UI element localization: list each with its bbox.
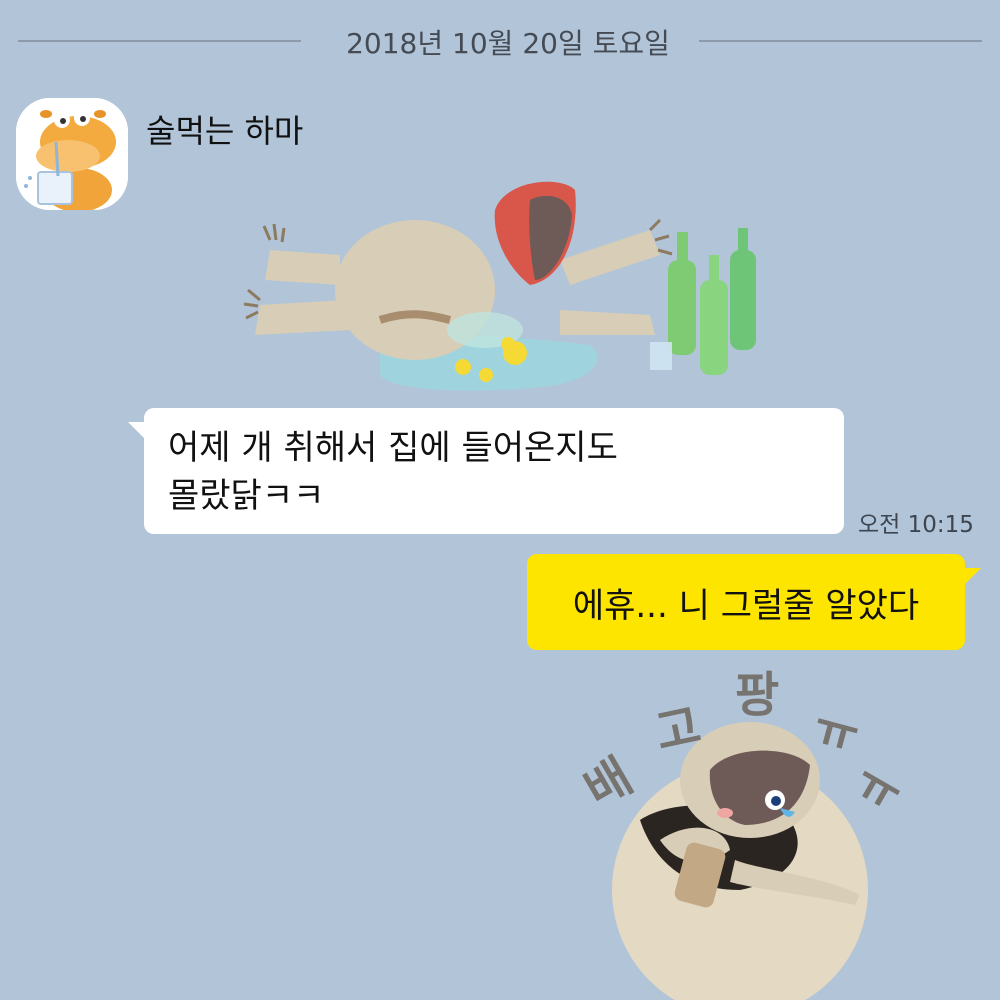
- divider-line-right: [699, 40, 982, 42]
- outgoing-message-text: 에휴... 니 그럴줄 알았다: [572, 585, 920, 626]
- outgoing-message-bubble[interactable]: 에휴... 니 그럴줄 알았다: [527, 554, 981, 650]
- message-time: 오전 10:15: [858, 512, 974, 538]
- date-text: 2018년 10월 20일 토요일: [346, 27, 670, 60]
- chat-screen: 2018년 10월 20일 토요일 술먹는 하마 어제 개 취해서 집에 들어온…: [0, 0, 1000, 1000]
- sticker-caption-char: 팡: [735, 667, 780, 723]
- drunk-sloth-sticker[interactable]: [230, 170, 770, 400]
- incoming-message-bubble[interactable]: 어제 개 취해서 집에 들어온지도 몰랐닭ㅋㅋ: [128, 408, 844, 534]
- divider-line-left: [18, 40, 301, 42]
- incoming-message-text: 어제 개 취해서 집에 들어온지도 몰랐닭ㅋㅋ: [168, 428, 618, 516]
- date-divider: 2018년 10월 20일 토요일: [18, 18, 982, 64]
- hippo-avatar-icon[interactable]: [16, 98, 128, 210]
- bubble-tail: [963, 568, 981, 586]
- bubble-tail: [128, 422, 146, 440]
- sender-name[interactable]: 술먹는 하마: [146, 106, 303, 152]
